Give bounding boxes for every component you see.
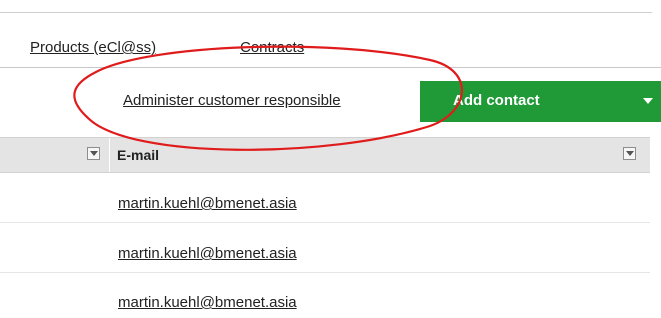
top-divider [0,12,652,13]
tab-products-eclass[interactable]: Products (eCl@ss) [30,39,156,56]
table-row-email[interactable]: martin.kuehl@bmenet.asia [118,245,297,262]
administer-customer-responsible-link[interactable]: Administer customer responsible [123,92,341,109]
column-separator [109,138,110,172]
add-contact-label: Add contact [453,92,540,109]
column-header-email[interactable]: E-mail [117,147,159,163]
table-row-email[interactable]: martin.kuehl@bmenet.asia [118,294,297,311]
filter-dropdown-icon[interactable] [87,147,100,160]
row-divider [0,272,650,273]
table-header: E-mail [0,137,650,173]
add-contact-button[interactable]: Add contact [420,81,661,122]
row-divider [0,222,650,223]
caret-down-icon[interactable] [643,98,653,104]
table-row-email[interactable]: martin.kuehl@bmenet.asia [118,195,297,212]
filter-dropdown-icon[interactable] [623,147,636,160]
page: Products (eCl@ss) Contracts Administer c… [0,0,661,318]
tab-contracts[interactable]: Contracts [240,39,304,56]
tab-bar-divider [0,67,661,68]
tab-bar: Products (eCl@ss) Contracts [0,39,661,67]
